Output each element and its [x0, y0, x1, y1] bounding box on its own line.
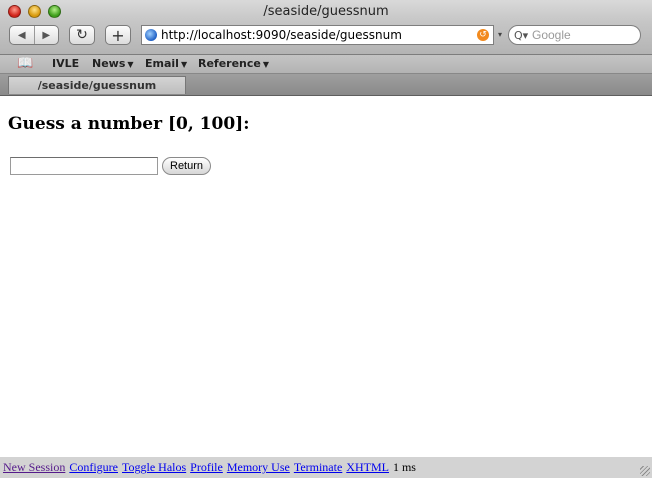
chevron-down-icon: ▼: [180, 60, 188, 69]
bookmarks-bar: 📖 IVLE News ▼ Email ▼ Reference ▼: [0, 55, 652, 74]
render-time: 1 ms: [392, 460, 416, 474]
bookmark-reference-label: Reference: [198, 57, 261, 70]
bookmark-ivle[interactable]: IVLE: [52, 57, 79, 70]
tab-guessnum[interactable]: /seaside/guessnum: [8, 76, 186, 94]
bookmark-news-label: News: [92, 57, 126, 70]
book-icon[interactable]: 📖: [17, 56, 33, 71]
bookmark-email-label: Email: [145, 57, 179, 70]
reload-button[interactable]: ↻: [69, 25, 95, 45]
terminate-link[interactable]: Terminate: [294, 460, 342, 474]
seaside-toolbar: New Session Configure Toggle Halos Profile M…: [0, 457, 652, 478]
search-input[interactable]: [532, 28, 632, 42]
search-icon[interactable]: Q▾: [514, 29, 532, 42]
back-button[interactable]: ◀: [10, 26, 34, 44]
chevron-down-icon[interactable]: ▾: [498, 30, 502, 39]
return-button[interactable]: Return: [162, 157, 212, 175]
guess-input[interactable]: [10, 157, 158, 175]
bookmark-news[interactable]: News ▼: [92, 57, 134, 70]
chevron-down-icon: ▼: [262, 60, 270, 69]
page-title: Guess a number [0, 100]:: [8, 114, 250, 134]
bookmark-email[interactable]: Email ▼: [145, 57, 187, 70]
xhtml-link[interactable]: XHTML: [346, 460, 389, 474]
resize-grip-icon[interactable]: [640, 466, 650, 476]
bookmark-reference[interactable]: Reference ▼: [198, 57, 269, 70]
back-forward-buttons: ◀ ▶: [9, 25, 59, 45]
address-bar[interactable]: http://localhost:9090/seaside/guessnum ↺: [141, 25, 494, 45]
new-session-link[interactable]: New Session: [3, 460, 65, 474]
window-title: /seaside/guessnum: [263, 4, 389, 19]
add-bookmark-button[interactable]: +: [105, 25, 131, 45]
toggle-halos-link[interactable]: Toggle Halos: [122, 460, 186, 474]
url-text[interactable]: http://localhost:9090/seaside/guessnum: [161, 28, 477, 42]
configure-link[interactable]: Configure: [69, 460, 118, 474]
chevron-down-icon: ▼: [127, 60, 134, 69]
memory-use-link[interactable]: Memory Use: [227, 460, 290, 474]
tab-bar: /seaside/guessnum: [0, 74, 652, 96]
snapback-icon[interactable]: ↺: [477, 29, 489, 41]
globe-icon: [145, 29, 157, 41]
browser-chrome: /seaside/guessnum ◀ ▶ ↻ + http://localho…: [0, 0, 652, 55]
page-content: Guess a number [0, 100]: Return: [0, 96, 652, 457]
forward-button[interactable]: ▶: [33, 26, 59, 44]
search-box[interactable]: Q▾: [508, 25, 641, 45]
profile-link[interactable]: Profile: [190, 460, 223, 474]
